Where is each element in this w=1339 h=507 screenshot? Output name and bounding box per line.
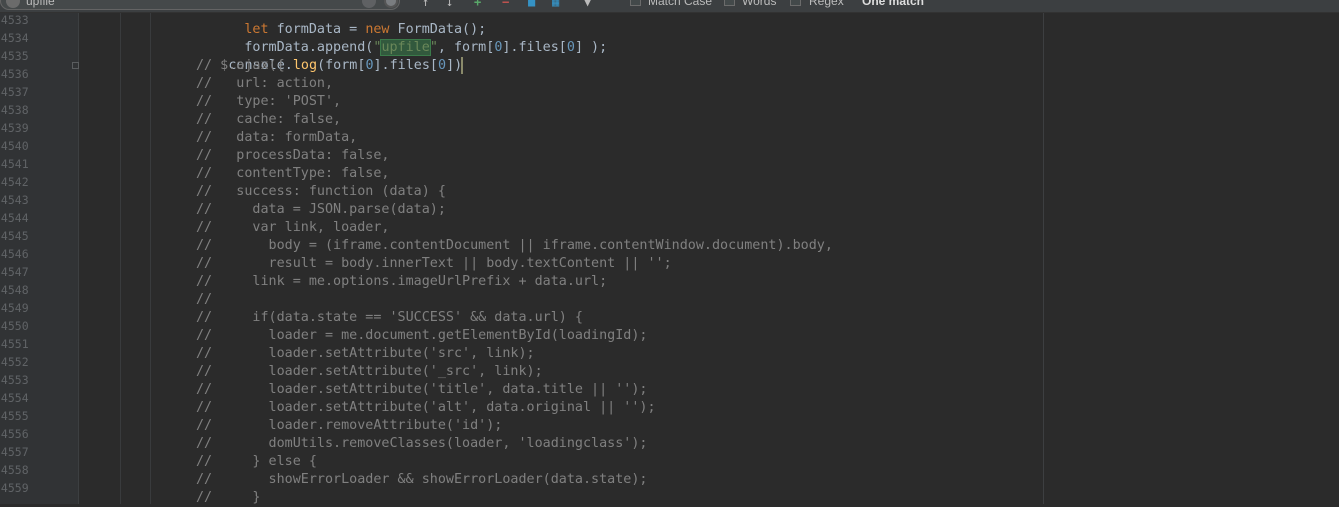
right-margin-guide <box>1043 0 1044 504</box>
line-number: 24554 <box>0 391 29 405</box>
comment-line[interactable]: // link = me.options.imageUrlPrefix + da… <box>196 273 607 291</box>
line-number: 24544 <box>0 211 29 225</box>
comment-line[interactable]: // data = JSON.parse(data); <box>196 201 446 219</box>
number: 0 <box>566 40 575 55</box>
number: 0 <box>438 58 447 73</box>
line-number: 24548 <box>0 283 29 297</box>
line-number: 24551 <box>0 337 29 351</box>
line-number-gutter: 2453224533245342453524536245372453824539… <box>0 0 79 504</box>
regex-checkbox[interactable] <box>790 0 801 6</box>
code-line[interactable]: formData.append("upfile", form[0].files[… <box>196 21 607 56</box>
code-text: ] ); <box>574 40 608 55</box>
comment-line[interactable]: // $.ajax({ <box>196 57 285 75</box>
line-number: 24558 <box>0 463 29 477</box>
comment-line[interactable]: // loader = me.document.getElementById(l… <box>196 327 647 345</box>
comment-line[interactable]: // loader.removeAttribute('id'); <box>196 417 502 435</box>
find-bar: upfile ↑ ↓ + − ■ ▦ ▼ Match Case Words Re… <box>0 0 1339 13</box>
comment-line[interactable]: // body = (iframe.contentDocument || ifr… <box>196 237 833 255</box>
code-area[interactable]: let formData = new FormData(); formData.… <box>80 0 1339 507</box>
filter-icon[interactable]: ▼ <box>584 0 591 8</box>
comment-line[interactable]: // } <box>196 489 261 507</box>
select-all-icon[interactable]: ■ <box>528 0 535 8</box>
comment-line[interactable]: // processData: false, <box>196 147 389 165</box>
search-input[interactable]: upfile <box>26 0 55 8</box>
comment-line[interactable]: // loader.setAttribute('_src', link); <box>196 363 543 381</box>
code-text: (form[ <box>317 58 366 73</box>
line-number: 24552 <box>0 355 29 369</box>
code-line[interactable]: console.log(form[0].files[0])​ <box>180 39 462 73</box>
code-text: ].files[ <box>502 40 567 55</box>
comment-line[interactable]: // showErrorLoader && showErrorLoader(da… <box>196 471 647 489</box>
comment-line[interactable]: // domUtils.removeClasses(loader, 'loadi… <box>196 435 647 453</box>
indent-guide <box>120 0 121 504</box>
comment-line[interactable]: // if(data.state == 'SUCCESS' && data.ur… <box>196 309 583 327</box>
line-number: 24559 <box>0 481 29 495</box>
remove-selection-icon[interactable]: − <box>502 0 509 8</box>
arrow-down-icon[interactable]: ↓ <box>446 0 453 8</box>
line-number: 24543 <box>0 193 29 207</box>
line-number: 24536 <box>0 67 29 81</box>
match-case-checkbox[interactable] <box>630 0 641 6</box>
line-number: 24553 <box>0 373 29 387</box>
line-number: 24549 <box>0 301 29 315</box>
indent-guide <box>150 0 151 504</box>
comment-line[interactable]: // url: action, <box>196 75 333 93</box>
comment-line[interactable]: // contentType: false, <box>196 165 389 183</box>
add-selection-icon[interactable]: + <box>474 0 481 8</box>
comment-line[interactable]: // <box>196 291 212 309</box>
line-number: 24540 <box>0 139 29 153</box>
code-text: ].files[ <box>373 58 439 73</box>
line-number: 24537 <box>0 85 29 99</box>
line-number: 24556 <box>0 427 29 441</box>
comment-line[interactable]: // cache: false, <box>196 111 341 129</box>
line-number: 24534 <box>0 31 29 45</box>
search-field[interactable] <box>0 0 400 10</box>
words-label[interactable]: Words <box>742 0 776 8</box>
line-number: 24538 <box>0 103 29 117</box>
fold-toggle-icon[interactable] <box>72 62 79 69</box>
words-checkbox[interactable] <box>724 0 735 6</box>
code-text: ]) <box>446 58 463 73</box>
line-number: 24546 <box>0 247 29 261</box>
line-number: 24541 <box>0 157 29 171</box>
comment-line[interactable]: // } else { <box>196 453 317 471</box>
comment-line[interactable]: // var link, loader, <box>196 219 389 237</box>
arrow-up-icon[interactable]: ↑ <box>422 0 429 8</box>
comment-line[interactable]: // loader.setAttribute('title', data.tit… <box>196 381 647 399</box>
line-number: 24557 <box>0 445 29 459</box>
line-number: 24547 <box>0 265 29 279</box>
line-number: 24535 <box>0 49 29 63</box>
comment-line[interactable]: // loader.setAttribute('src', link); <box>196 345 535 363</box>
comment-line[interactable]: // success: function (data) { <box>196 183 446 201</box>
code-editor[interactable]: 2453224533245342453524536245372453824539… <box>0 0 1339 507</box>
line-number: 24545 <box>0 229 29 243</box>
line-number: 24539 <box>0 121 29 135</box>
comment-line[interactable]: // result = body.innerText || body.textC… <box>196 255 672 273</box>
line-number: 24555 <box>0 409 29 423</box>
regex-label[interactable]: Regex <box>809 0 844 8</box>
select-all-occurrences-icon[interactable]: ▦ <box>552 0 559 8</box>
function-name: log <box>292 58 318 73</box>
line-number: 24550 <box>0 319 29 333</box>
comment-line[interactable]: // loader.setAttribute('alt', data.origi… <box>196 399 656 417</box>
match-count: One match <box>862 0 925 8</box>
comment-line[interactable]: // data: formData, <box>196 129 357 147</box>
comment-line[interactable]: // type: 'POST', <box>196 93 341 111</box>
match-case-label[interactable]: Match Case <box>648 0 712 8</box>
line-number: 24542 <box>0 175 29 189</box>
number: 0 <box>365 58 374 73</box>
line-number: 24533 <box>0 13 29 27</box>
